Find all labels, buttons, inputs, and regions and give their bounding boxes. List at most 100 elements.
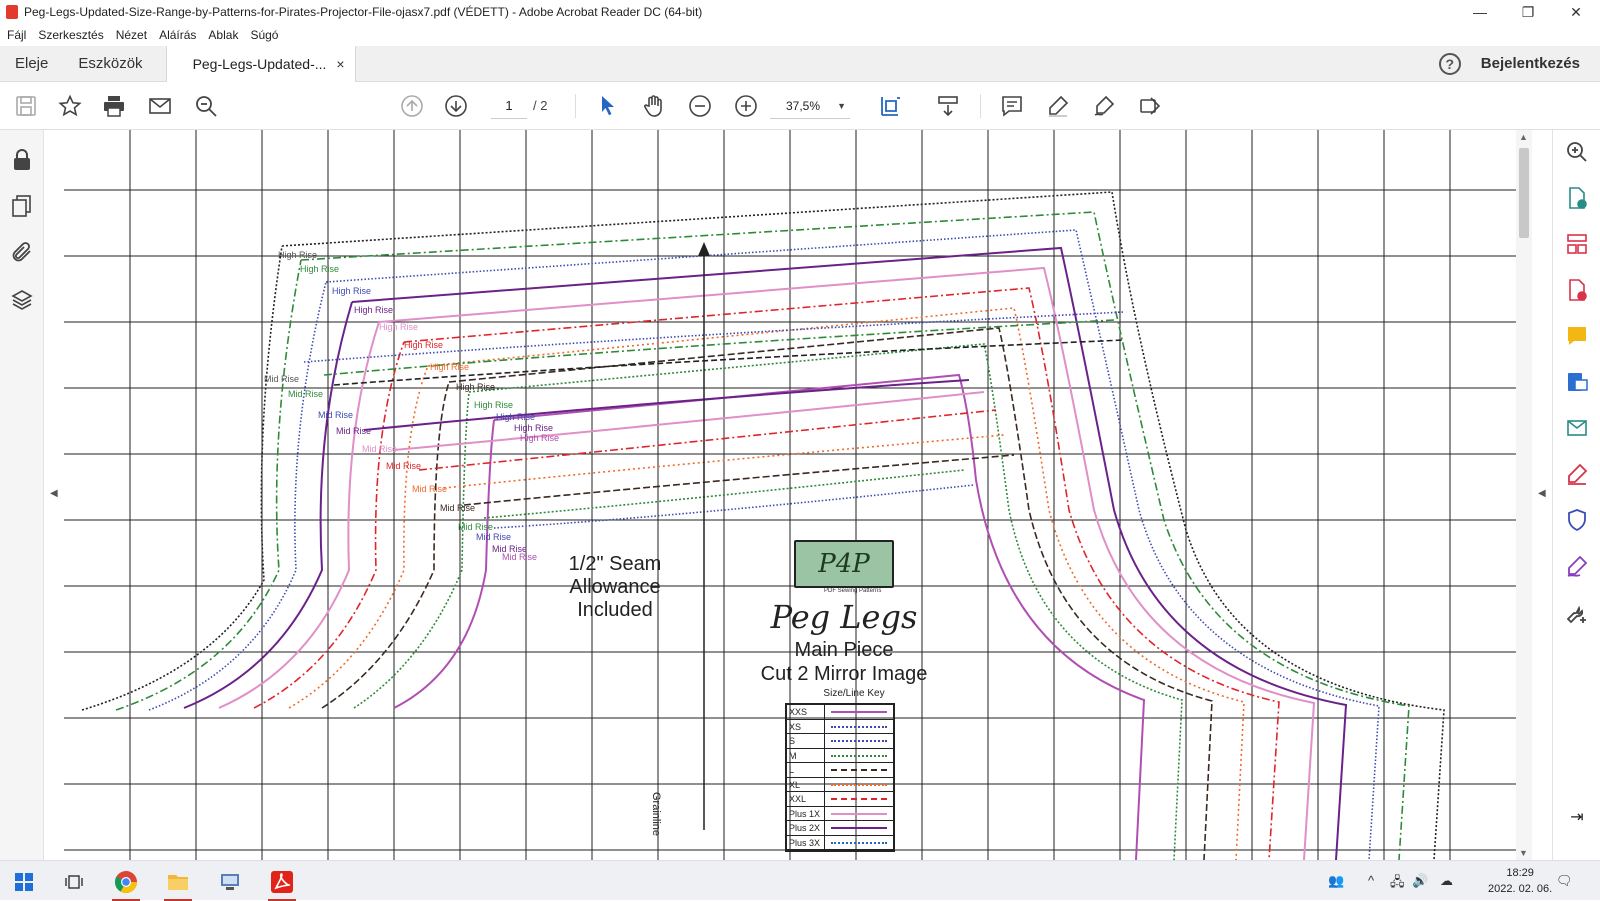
export-pdf-icon[interactable] — [1565, 370, 1589, 394]
page-up-icon[interactable] — [398, 92, 426, 120]
page-down-icon[interactable] — [442, 92, 470, 120]
people-icon[interactable]: 👥 — [1328, 873, 1344, 889]
page-number-input[interactable]: 1 — [491, 93, 527, 119]
size-key-line — [825, 821, 893, 835]
menu-edit[interactable]: Szerkesztés — [38, 28, 103, 42]
onedrive-icon[interactable]: ☁ — [1440, 873, 1453, 889]
organize-pages-icon[interactable] — [1565, 232, 1589, 256]
comment-icon[interactable] — [998, 92, 1026, 120]
piece-info: Main Piece Cut 2 Mirror Image — [724, 638, 964, 686]
high-rise-label: High Rise — [474, 400, 514, 410]
size-key-row: S — [787, 734, 893, 749]
size-key-size: XXS — [787, 705, 825, 719]
minimize-button[interactable]: — — [1456, 0, 1504, 24]
size-key-size: S — [787, 734, 825, 748]
bookmark-star-icon[interactable] — [56, 92, 84, 120]
chevron-up-icon[interactable]: ^ — [1368, 873, 1374, 888]
zoom-out-icon[interactable] — [686, 92, 714, 120]
size-key-line — [825, 807, 893, 821]
network-app-icon[interactable] — [212, 867, 248, 897]
add-pdf-icon[interactable] — [1565, 278, 1589, 302]
acrobat-icon[interactable] — [264, 867, 300, 901]
task-view-icon[interactable] — [56, 867, 92, 897]
high-rise-label: High Rise — [332, 286, 372, 296]
size-key-line — [825, 792, 893, 806]
high-rise-label: High Rise — [278, 250, 318, 260]
pdf-document-view[interactable]: High Rise High Rise High Rise High Rise … — [64, 130, 1516, 860]
size-key-row: M — [787, 748, 893, 763]
menu-sign[interactable]: Aláírás — [159, 28, 196, 42]
size-key-row: Plus 2X — [787, 821, 893, 836]
comment-tool-icon[interactable] — [1565, 324, 1589, 348]
size-key-row: Plus 1X — [787, 806, 893, 821]
search-icon[interactable] — [192, 92, 220, 120]
file-explorer-icon[interactable] — [160, 867, 196, 901]
tab-home[interactable]: Eleje — [0, 46, 63, 82]
toolbar-divider — [980, 94, 981, 118]
menu-help[interactable]: Súgó — [250, 28, 278, 42]
tab-document[interactable]: Peg-Legs-Updated-... × — [165, 45, 356, 82]
notification-icon[interactable]: 🗨 — [1556, 873, 1573, 889]
close-window-button[interactable]: ✕ — [1552, 0, 1600, 24]
seam-allowance-line: Allowance — [569, 576, 661, 598]
save-icon[interactable] — [12, 92, 40, 120]
send-icon[interactable] — [1565, 416, 1589, 440]
pages-icon[interactable] — [10, 194, 34, 218]
pattern-title: Peg Legs — [770, 598, 918, 636]
attachment-icon[interactable] — [10, 240, 34, 264]
sign-icon[interactable] — [1090, 92, 1118, 120]
email-icon[interactable] — [146, 92, 174, 120]
mid-rise-label: Mid Rise — [264, 374, 300, 384]
size-key-line — [825, 778, 893, 792]
scroll-mode-icon[interactable] — [934, 92, 962, 120]
zoom-level-select[interactable]: 37,5% ▼ — [770, 93, 850, 119]
tab-document-label: Peg-Legs-Updated-... — [192, 55, 327, 72]
size-key-line — [825, 836, 893, 850]
size-key-size: L — [787, 763, 825, 777]
print-icon[interactable] — [100, 92, 128, 120]
protect-icon[interactable] — [1565, 508, 1589, 532]
more-tools-icon[interactable] — [1136, 92, 1164, 120]
restore-button[interactable]: ❐ — [1504, 0, 1552, 24]
lock-icon[interactable] — [10, 148, 34, 172]
fit-page-icon[interactable] — [876, 92, 904, 120]
vertical-scrollbar[interactable]: ▲ ▼ — [1516, 130, 1532, 860]
help-icon[interactable]: ? — [1438, 52, 1461, 75]
chrome-icon[interactable] — [108, 867, 144, 901]
navigation-pane — [0, 130, 44, 860]
zoom-tool-icon[interactable] — [1565, 140, 1589, 164]
select-cursor-icon[interactable] — [594, 92, 622, 120]
tab-tools[interactable]: Eszközök — [63, 46, 157, 82]
menu-window[interactable]: Ablak — [208, 28, 238, 42]
tab-bar: Eleje Eszközök Peg-Legs-Updated-... × ? … — [0, 45, 1600, 82]
edit-pdf-icon[interactable] — [1565, 554, 1589, 578]
fill-sign-icon[interactable] — [1565, 462, 1589, 486]
collapse-left-pane-button[interactable]: ◀ — [50, 488, 58, 499]
close-tab-icon[interactable]: × — [336, 56, 344, 72]
scroll-down-icon[interactable]: ▼ — [1519, 848, 1528, 858]
menu-file[interactable]: Fájl — [7, 28, 26, 42]
volume-icon[interactable]: 🔊 — [1412, 873, 1428, 889]
mid-rise-label: Mid Rise — [502, 552, 538, 562]
menu-view[interactable]: Nézet — [116, 28, 147, 42]
hand-icon[interactable] — [640, 92, 668, 120]
sign-in-button[interactable]: Bejelentkezés — [1481, 55, 1580, 72]
network-icon[interactable]: 🖧 — [1390, 873, 1405, 895]
scroll-up-icon[interactable]: ▲ — [1519, 132, 1528, 142]
collapse-tools-icon[interactable]: ⇥ — [1565, 806, 1589, 830]
high-rise-label: High Rise — [514, 423, 554, 433]
more-tools-icon[interactable] — [1565, 602, 1589, 626]
zoom-level-value: 37,5% — [786, 99, 821, 113]
window-title: Peg-Legs-Updated-Size-Range-by-Patterns-… — [24, 5, 703, 19]
windows-start-icon[interactable] — [6, 867, 42, 897]
layers-icon[interactable] — [10, 288, 34, 312]
scroll-thumb[interactable] — [1519, 148, 1529, 238]
collapse-right-pane-button[interactable]: ◀ — [1538, 488, 1546, 499]
mid-rise-label: Mid Rise — [476, 532, 512, 542]
highlight-icon[interactable] — [1044, 92, 1072, 120]
system-clock[interactable]: 18:29 2022. 02. 06. — [1488, 865, 1552, 897]
size-key-size: XXL — [787, 792, 825, 806]
create-pdf-icon[interactable] — [1565, 186, 1589, 210]
size-key-row: L — [787, 763, 893, 778]
zoom-in-icon[interactable] — [732, 92, 760, 120]
